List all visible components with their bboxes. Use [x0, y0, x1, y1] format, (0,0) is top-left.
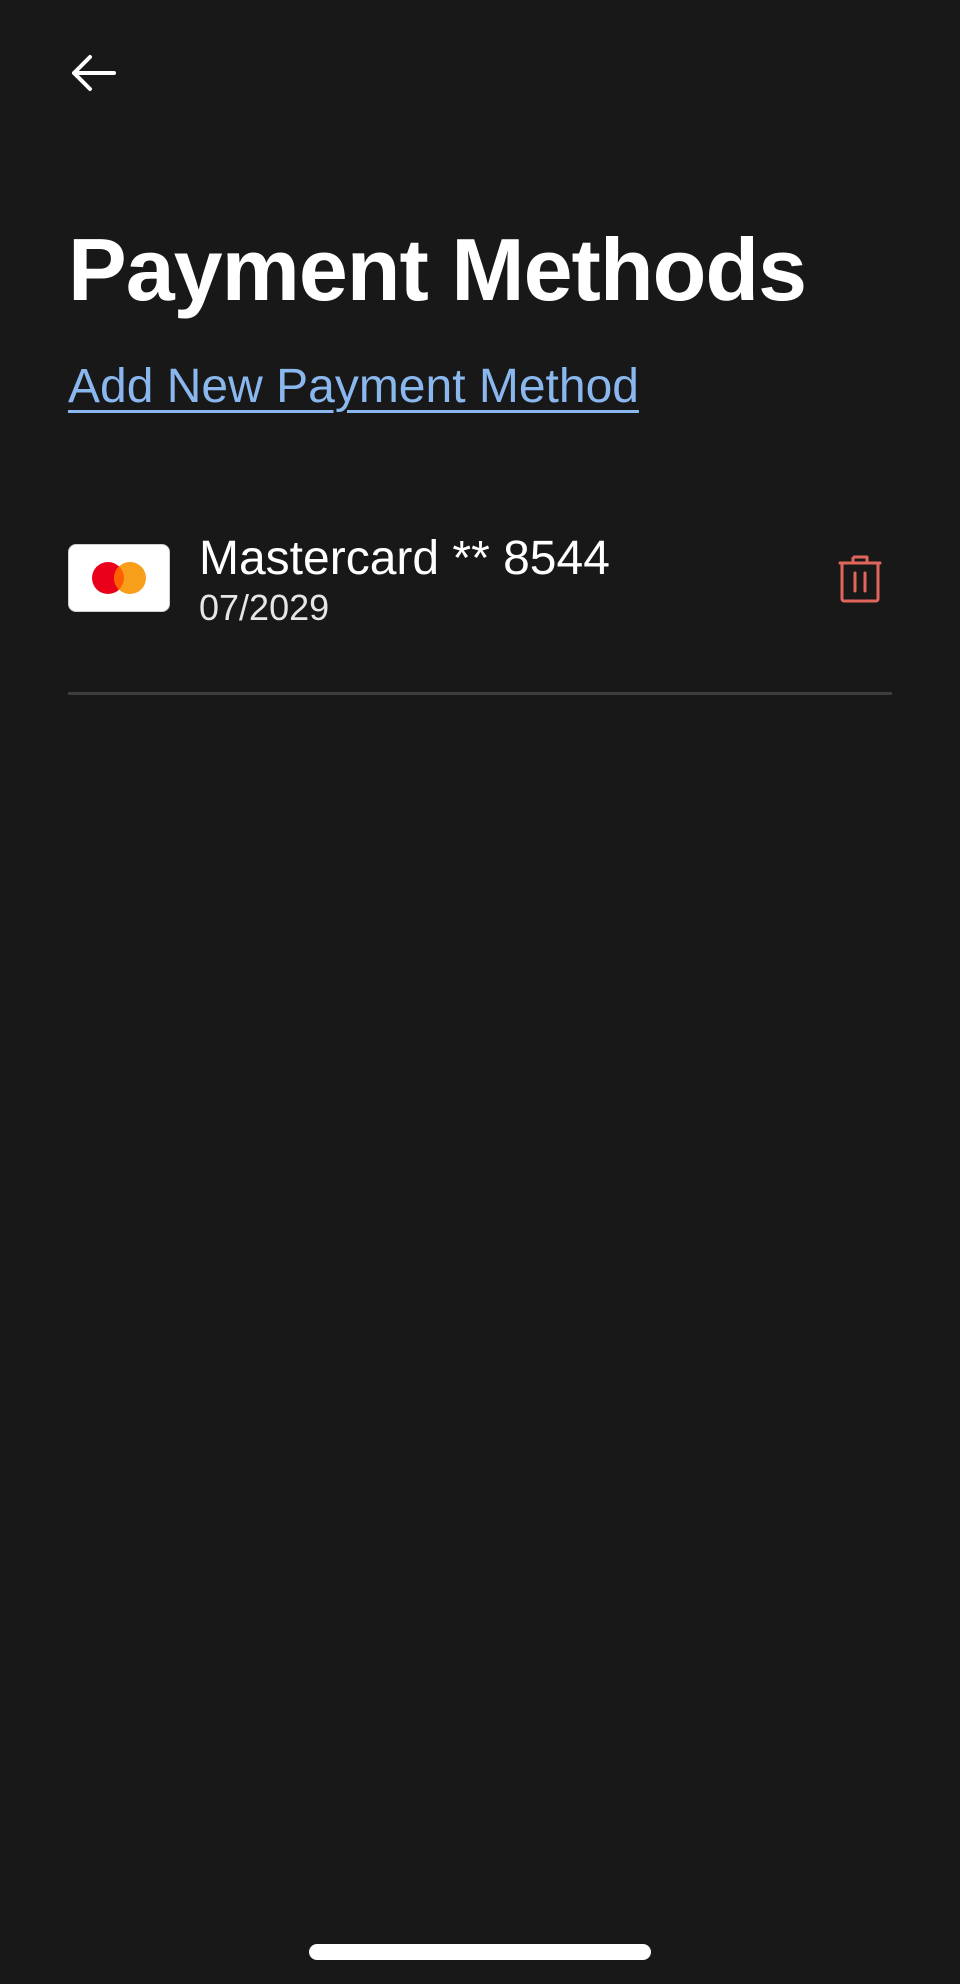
add-payment-method-link[interactable]: Add New Payment Method [68, 358, 639, 416]
card-name: Mastercard ** 8544 [199, 532, 610, 585]
card-expiry: 07/2029 [199, 587, 330, 628]
page-title: Payment Methods [68, 220, 807, 319]
trash-icon [838, 555, 882, 603]
arrow-left-icon [72, 55, 116, 91]
home-indicator[interactable] [309, 1944, 651, 1960]
mastercard-icon [68, 544, 170, 612]
delete-payment-button[interactable] [828, 546, 892, 610]
payment-method-row: Mastercard ** 8544 07/2029 [68, 520, 892, 695]
back-button[interactable] [62, 46, 124, 100]
